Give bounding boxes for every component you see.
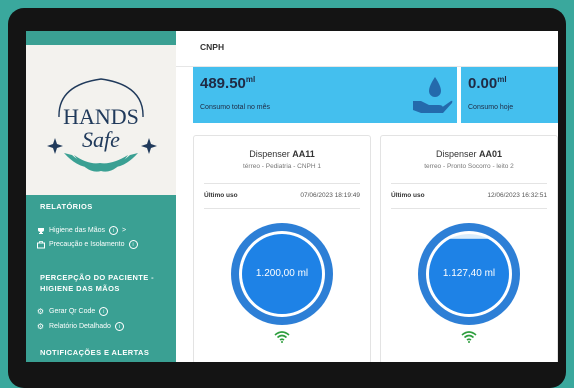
stat-value: 0.00ml bbox=[468, 75, 507, 92]
dispenser-title: Dispenser AA11 bbox=[249, 149, 315, 159]
dispenser-title: Dispenser AA01 bbox=[435, 149, 503, 159]
sidebar: HANDS Safe RELATÓRIOS Higiene das Mãos i… bbox=[26, 31, 176, 362]
stat-total-month: 489.50ml Consumo total no mês bbox=[193, 67, 457, 123]
page-title: CNPH bbox=[200, 42, 225, 52]
info-icon[interactable]: i bbox=[128, 240, 138, 249]
info-icon[interactable]: i bbox=[109, 226, 119, 235]
logo: HANDS Safe bbox=[26, 45, 176, 195]
last-use-label: Último uso bbox=[391, 192, 425, 199]
section-relatorios: RELATÓRIOS bbox=[40, 202, 93, 211]
briefcase-icon bbox=[36, 240, 45, 249]
stat-label: Consumo total no mês bbox=[200, 104, 271, 111]
sidebar-item-precaucao[interactable]: Precaução e Isolamento i bbox=[36, 240, 138, 249]
hand-drop-icon bbox=[413, 77, 453, 113]
trophy-icon bbox=[36, 226, 45, 235]
volume-value: 1.200,00 ml bbox=[255, 268, 309, 279]
sidebar-item-higiene[interactable]: Higiene das Mãos i > bbox=[36, 226, 126, 235]
sidebar-item-label: Relatório Detalhado bbox=[49, 323, 111, 330]
svg-text:Safe: Safe bbox=[82, 127, 120, 152]
section-percepcao-line2: HIGIENE DAS MÃOS bbox=[40, 284, 120, 293]
gear-icon: ⚙ bbox=[36, 307, 45, 316]
section-notificacoes: NOTIFICAÇÕES E ALERTAS bbox=[40, 348, 150, 357]
stat-today: 0.00ml Consumo hoje bbox=[461, 67, 558, 123]
sidebar-item-qrcode[interactable]: ⚙ Gerar Qr Code i bbox=[36, 307, 109, 316]
app-screen: HANDS Safe RELATÓRIOS Higiene das Mãos i… bbox=[26, 31, 558, 362]
wifi-icon bbox=[274, 331, 290, 343]
chevron-right-icon[interactable]: > bbox=[122, 227, 126, 234]
sidebar-item-relatorio[interactable]: ⚙ Relatório Detalhado i bbox=[36, 322, 124, 331]
last-use-value: 12/06/2023 16:32:51 bbox=[487, 192, 547, 199]
info-icon[interactable]: i bbox=[99, 307, 109, 316]
last-use-row: Último uso 07/06/2023 18:19:49 bbox=[204, 183, 360, 209]
sidebar-item-label: Gerar Qr Code bbox=[49, 308, 96, 315]
logo-graphic: HANDS Safe bbox=[47, 78, 157, 172]
sidebar-item-label: Precaução e Isolamento bbox=[49, 241, 125, 248]
dispenser-card[interactable]: Dispenser AA11 térreo - Pediatria - CNPH… bbox=[193, 135, 371, 362]
last-use-row: Último uso 12/06/2023 16:32:51 bbox=[391, 183, 547, 209]
info-icon[interactable]: i bbox=[114, 322, 124, 331]
sidebar-item-label: Higiene das Mãos bbox=[49, 227, 106, 234]
gear-icon: ⚙ bbox=[36, 322, 45, 331]
stat-value: 489.50ml bbox=[200, 75, 256, 92]
last-use-label: Último uso bbox=[204, 192, 238, 199]
stat-label: Consumo hoje bbox=[468, 104, 514, 111]
svg-text:HANDS: HANDS bbox=[63, 104, 139, 129]
section-percepcao: PERCEPÇÃO DO PACIENTE - HIGIENE DAS MÃOS bbox=[40, 272, 154, 294]
dispenser-location: terreo - Pronto Socorro - leito 2 bbox=[424, 163, 514, 170]
last-use-value: 07/06/2023 18:19:49 bbox=[300, 192, 360, 199]
dispenser-location: térreo - Pediatria - CNPH 1 bbox=[242, 163, 322, 170]
section-percepcao-line1: PERCEPÇÃO DO PACIENTE - bbox=[40, 273, 155, 282]
header: CNPH bbox=[176, 31, 558, 67]
dispenser-card[interactable]: Dispenser AA01 terreo - Pronto Socorro -… bbox=[380, 135, 558, 362]
wifi-icon bbox=[461, 331, 477, 343]
volume-value: 1.127,40 ml bbox=[442, 268, 496, 279]
